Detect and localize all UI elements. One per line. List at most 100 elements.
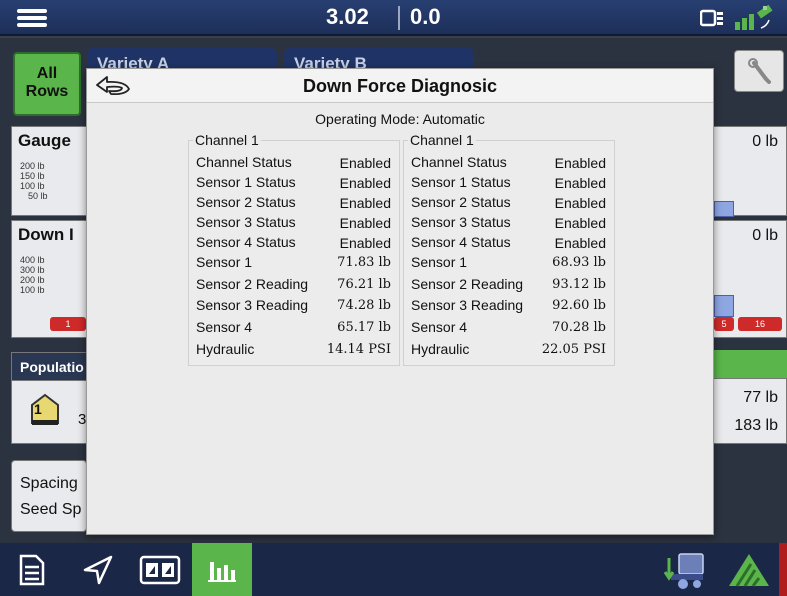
diagnostic-value: Enabled xyxy=(339,215,391,231)
diagnostic-row: Sensor 2 Reading 93.12 lb xyxy=(411,276,606,296)
diagnostic-row: Sensor 3 Status Enabled xyxy=(196,214,391,234)
field-green-icon xyxy=(729,553,769,587)
diagnostics-button[interactable] xyxy=(192,543,252,596)
diagnostic-row: Hydraulic 14.14 PSI xyxy=(196,341,391,361)
diagnostic-row: Sensor 4 70.28 lb xyxy=(411,319,606,339)
diagnostic-value: 14.14 PSI xyxy=(326,342,391,357)
down-force-panel: Down I 400 lb 300 lb 200 lb 100 lb 1 xyxy=(11,220,87,338)
diagnostic-row: Channel Status Enabled xyxy=(196,154,391,174)
down-scale-label: 100 lb xyxy=(20,285,45,295)
gps-signal-icon[interactable] xyxy=(733,4,781,32)
gauge-scale-label: 50 lb xyxy=(28,191,48,201)
diagnostic-row: Sensor 2 Status Enabled xyxy=(411,194,606,214)
all-rows-label-line1: All xyxy=(36,65,58,82)
speed-readout: 3.02 xyxy=(326,4,369,29)
menu-icon[interactable] xyxy=(9,4,55,32)
diagnostic-value: 74.28 lb xyxy=(337,298,391,313)
diagnostic-label: Sensor 4 Status xyxy=(196,234,296,250)
diagnostic-label: Sensor 1 Status xyxy=(196,174,296,190)
navigation-button[interactable] xyxy=(74,543,122,596)
diagnostic-label: Sensor 4 xyxy=(196,319,253,335)
diagnostic-label: Sensor 3 Status xyxy=(411,214,511,230)
diagnostic-row: Sensor 4 65.17 lb xyxy=(196,319,391,339)
diagnostic-value: Enabled xyxy=(339,175,391,191)
gauge-panel: Gauge 200 lb 150 lb 100 lb 50 lb xyxy=(11,126,87,216)
population-panel: 1 3 xyxy=(11,380,87,444)
diagnostic-label: Hydraulic xyxy=(196,341,255,357)
population-status-strip xyxy=(713,350,787,378)
diagnostic-value: 92.60 lb xyxy=(552,298,606,313)
diagnostic-value: Enabled xyxy=(339,235,391,251)
diagnostic-row: Sensor 3 Reading 74.28 lb xyxy=(196,297,391,317)
channel-group-left: Channel 1 Channel Status Enabled Sensor 1 … xyxy=(188,132,400,366)
document-icon xyxy=(19,554,45,585)
settings-button[interactable] xyxy=(734,50,784,92)
diagnostic-value: 68.93 lb xyxy=(552,255,606,270)
diagnostic-value: 70.28 lb xyxy=(552,320,606,335)
diagnostic-value: Enabled xyxy=(554,195,606,211)
gauge-panel-title: Gauge xyxy=(18,131,71,150)
diagnostic-label: Sensor 3 Reading xyxy=(196,297,309,313)
down-force-panel-title: Down I xyxy=(18,225,74,244)
all-rows-button[interactable]: All Rows xyxy=(13,52,81,116)
diagnostic-value: 65.17 lb xyxy=(337,320,391,335)
diagnostic-label: Sensor 1 xyxy=(411,254,468,270)
gauge-scale-label: 150 lb xyxy=(20,171,45,181)
down-scale-label: 200 lb xyxy=(20,275,45,285)
diagnostic-label: Channel Status xyxy=(411,154,507,170)
diagnostic-value: 93.12 lb xyxy=(552,277,606,292)
diagnostic-label: Channel Status xyxy=(196,154,292,170)
diagnostic-row: Sensor 1 Status Enabled xyxy=(196,174,391,194)
down-force-diagnostic-dialog: Down Force Diagnosic Operating Mode: Aut… xyxy=(86,68,714,535)
display-switch-icon[interactable] xyxy=(700,8,724,28)
channel-legend: Channel 1 xyxy=(408,132,476,148)
spacing-label: Spacing xyxy=(20,475,78,492)
row-alert-cell: 1 xyxy=(50,317,86,331)
gauge-scale-label: 200 lb xyxy=(20,161,45,171)
planter-icon xyxy=(663,552,704,589)
diagnostic-value: 71.83 lb xyxy=(337,255,391,270)
gauge-bar xyxy=(714,201,734,217)
field-button[interactable] xyxy=(722,543,776,596)
right-value-1: 77 lb xyxy=(743,389,778,406)
diagnostic-row: Sensor 4 Status Enabled xyxy=(411,234,606,254)
alert-edge-indicator xyxy=(779,543,787,596)
seed-spacing-label: Seed Sp xyxy=(20,501,82,518)
diagnostic-row: Sensor 3 Status Enabled xyxy=(411,214,606,234)
diagnostic-row: Sensor 1 71.83 lb xyxy=(196,254,391,274)
down-force-panel-right: 0 lb 5 16 xyxy=(713,220,787,338)
diagnostic-value: Enabled xyxy=(339,195,391,211)
diagnostic-label: Sensor 2 Reading xyxy=(411,276,524,292)
diagnostic-value: Enabled xyxy=(554,155,606,171)
diagnostic-value: Enabled xyxy=(554,215,606,231)
row-alert-cell: 16 xyxy=(738,317,782,331)
channel-legend: Channel 1 xyxy=(193,132,261,148)
row-alert-cell: 5 xyxy=(714,317,734,331)
diagnostic-label: Sensor 2 Status xyxy=(411,194,511,210)
diagnostic-row: Hydraulic 22.05 PSI xyxy=(411,341,606,361)
diagnostic-label: Sensor 2 Reading xyxy=(196,276,309,292)
dialog-title: Down Force Diagnosic xyxy=(302,76,498,96)
down-force-bar xyxy=(714,295,734,317)
diagnostic-row: Sensor 1 68.93 lb xyxy=(411,254,606,274)
diagnostic-row: Sensor 3 Reading 92.60 lb xyxy=(411,297,606,317)
diagnostic-label: Sensor 1 Status xyxy=(411,174,511,190)
spacing-panel: Spacing Seed Sp xyxy=(11,460,87,532)
planter-button[interactable] xyxy=(656,543,712,596)
down-right-value: 0 lb xyxy=(752,227,778,244)
population-row-number: 1 xyxy=(34,401,42,417)
document-button[interactable] xyxy=(8,543,56,596)
channel-group-right: Channel 1 Channel Status Enabled Sensor 1 … xyxy=(403,132,615,366)
back-arrow-icon[interactable] xyxy=(91,73,135,101)
diagnostic-row: Sensor 2 Reading 76.21 lb xyxy=(196,276,391,296)
all-rows-label-line2: Rows xyxy=(25,83,69,100)
diagnostic-label: Sensor 4 xyxy=(411,319,468,335)
down-scale-label: 300 lb xyxy=(20,265,45,275)
bottom-toolbar xyxy=(0,543,787,596)
top-status-bar: 3.02 0.0 xyxy=(0,0,787,36)
split-map-button[interactable] xyxy=(136,543,184,596)
diagnostic-label: Sensor 3 Status xyxy=(196,214,296,230)
diagnostic-value: 76.21 lb xyxy=(337,277,391,292)
down-scale-label: 400 lb xyxy=(20,255,45,265)
diagnostic-label: Sensor 4 Status xyxy=(411,234,511,250)
